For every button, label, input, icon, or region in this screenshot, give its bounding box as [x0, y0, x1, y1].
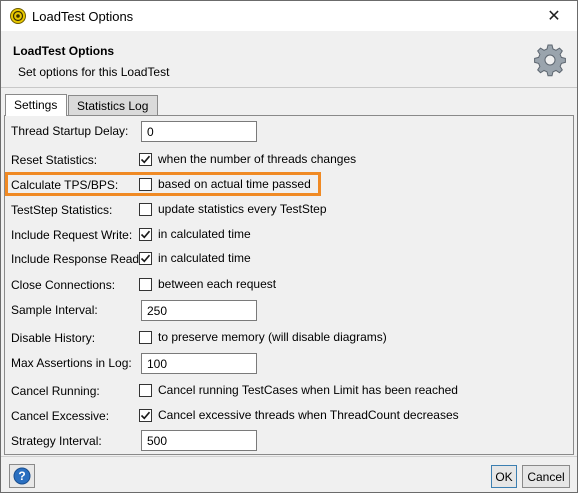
teststep-statistics-label: TestStep Statistics: [11, 203, 113, 217]
cancel-running-checkbox[interactable] [139, 383, 152, 397]
strategy-interval-input[interactable]: 500 [141, 430, 257, 451]
svg-text:?: ? [18, 469, 25, 483]
cancel-excessive-label: Cancel Excessive: [11, 409, 110, 423]
reset-statistics-label: Reset Statistics: [11, 153, 98, 167]
include-request-write-label: Include Request Write: [11, 228, 133, 242]
calculate-tps-label: Calculate TPS/BPS: [11, 178, 119, 192]
gear-icon [534, 44, 566, 77]
checkmark-icon [140, 155, 151, 163]
header-title: LoadTest Options [13, 44, 115, 58]
tab-statistics-log[interactable]: Statistics Log [68, 95, 158, 116]
strategy-interval-label: Strategy Interval: [11, 434, 102, 448]
include-response-read-text: in calculated time [158, 251, 251, 265]
dialog-footer: ? OK Cancel [1, 456, 577, 492]
close-connections-text: between each request [158, 277, 277, 291]
teststep-statistics-text: update statistics every TestStep [158, 202, 327, 216]
calculate-tps-checkbox[interactable] [139, 177, 152, 191]
soapui-app-icon [10, 8, 26, 24]
reset-statistics-option: when the number of threads changes [139, 151, 356, 167]
close-button[interactable]: ✕ [531, 1, 577, 31]
cancel-button[interactable]: Cancel [522, 465, 570, 488]
header-subtitle: Set options for this LoadTest [18, 65, 170, 79]
loadtest-options-dialog: LoadTest Options ✕ LoadTest Options Set … [0, 0, 578, 493]
disable-history-option: to preserve memory (will disable diagram… [139, 329, 387, 345]
thread-startup-delay-label: Thread Startup Delay: [11, 124, 129, 138]
max-assertions-input[interactable]: 100 [141, 353, 257, 374]
title-bar: LoadTest Options ✕ [1, 1, 577, 31]
cancel-excessive-option: Cancel excessive threads when ThreadCoun… [139, 407, 459, 423]
calculate-tps-text: based on actual time passed [158, 177, 311, 191]
include-response-read-label: Include Response Read: [11, 252, 143, 266]
help-icon: ? [13, 467, 31, 485]
settings-panel: Thread Startup Delay: 0 Reset Statistics… [4, 115, 574, 455]
cancel-running-option: Cancel running TestCases when Limit has … [139, 382, 458, 398]
checkmark-icon [140, 411, 151, 419]
thread-startup-delay-input[interactable]: 0 [141, 121, 257, 142]
calculate-tps-option: based on actual time passed [139, 176, 311, 192]
cancel-excessive-checkbox[interactable] [139, 408, 152, 422]
teststep-statistics-checkbox[interactable] [139, 202, 152, 216]
help-button[interactable]: ? [9, 464, 35, 488]
close-connections-label: Close Connections: [11, 278, 116, 292]
teststep-statistics-option: update statistics every TestStep [139, 201, 327, 217]
sample-interval-input[interactable]: 250 [141, 300, 257, 321]
close-icon: ✕ [547, 8, 561, 25]
include-request-write-text: in calculated time [158, 227, 251, 241]
tab-settings[interactable]: Settings [5, 94, 67, 116]
sample-interval-label: Sample Interval: [11, 303, 98, 317]
include-response-read-checkbox[interactable] [139, 251, 152, 265]
include-request-write-checkbox[interactable] [139, 227, 152, 241]
checkmark-icon [140, 230, 151, 238]
include-request-write-option: in calculated time [139, 226, 251, 242]
tab-statistics-log-label: Statistics Log [77, 99, 149, 113]
disable-history-label: Disable History: [11, 331, 96, 345]
dialog-header: LoadTest Options Set options for this Lo… [1, 31, 577, 88]
cancel-excessive-text: Cancel excessive threads when ThreadCoun… [158, 408, 459, 422]
include-response-read-option: in calculated time [139, 250, 251, 266]
reset-statistics-checkbox[interactable] [139, 152, 152, 166]
disable-history-text: to preserve memory (will disable diagram… [158, 330, 387, 344]
close-connections-option: between each request [139, 276, 276, 292]
cancel-running-label: Cancel Running: [11, 384, 100, 398]
close-connections-checkbox[interactable] [139, 277, 152, 291]
reset-statistics-text: when the number of threads changes [158, 152, 357, 166]
disable-history-checkbox[interactable] [139, 330, 152, 344]
cancel-running-text: Cancel running TestCases when Limit has … [158, 383, 458, 397]
max-assertions-label: Max Assertions in Log: [11, 356, 132, 370]
window-title: LoadTest Options [32, 9, 134, 24]
tab-settings-label: Settings [14, 98, 58, 112]
checkmark-icon [140, 254, 151, 262]
ok-button[interactable]: OK [491, 465, 517, 488]
